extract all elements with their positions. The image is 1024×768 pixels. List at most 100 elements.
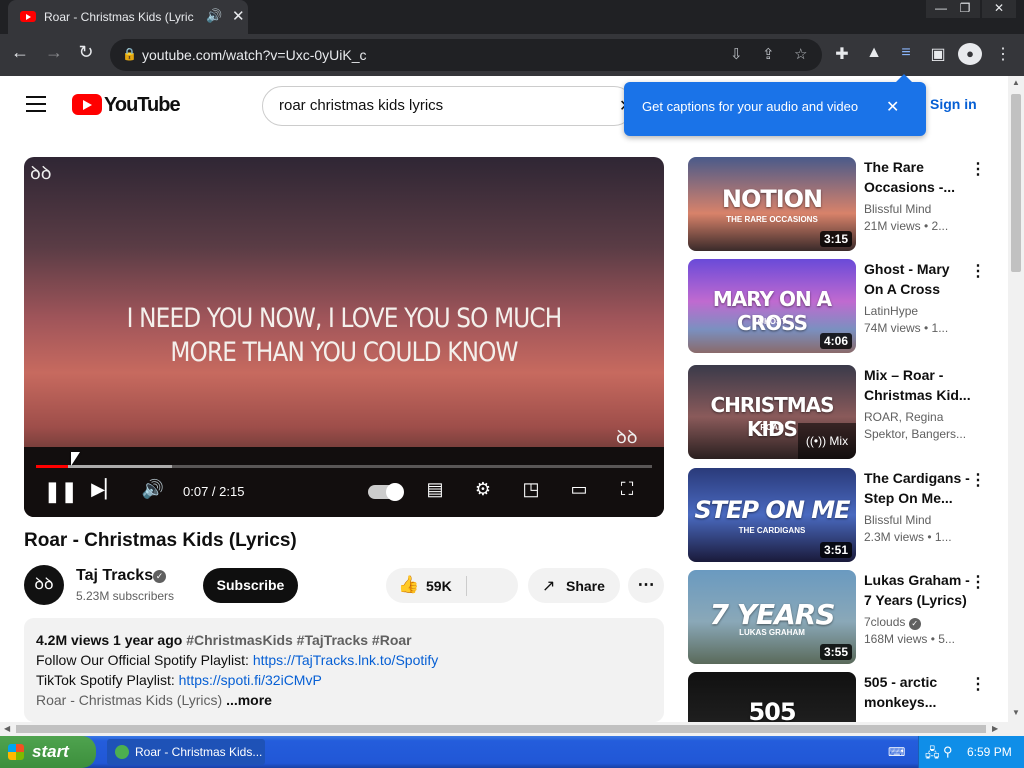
keyboard-icon[interactable]: ⌨ (888, 745, 905, 759)
show-more-button[interactable]: ...more (226, 692, 272, 708)
like-dislike-group: 👍 59K 👎 (386, 568, 518, 603)
install-app-icon[interactable]: ⇩ (730, 45, 743, 63)
view-stats: 4.2M views 1 year ago (36, 632, 183, 648)
tab-audio-icon[interactable]: 🔊 (206, 8, 222, 24)
recommendation-thumbnail[interactable]: NOTION THE RARE OCCASIONS 3:15 (688, 157, 856, 251)
more-actions-icon[interactable]: ⋯ (628, 568, 664, 603)
recommendation-title[interactable]: The Cardigans - Step On Me... (864, 468, 972, 508)
settings-gear-icon[interactable]: ⚙ (468, 479, 498, 500)
recommendation-menu-icon[interactable]: ⋮ (970, 674, 986, 694)
recommendation-title[interactable]: Mix – Roar - Christmas Kid... (864, 365, 972, 405)
side-panel-icon[interactable]: ▣ (927, 44, 949, 64)
recommendation-channel[interactable]: Blissful Mind (864, 512, 974, 529)
forward-icon[interactable]: → (42, 42, 66, 63)
recommendation-item[interactable]: 505 505 - arctic monkeys... ⋮ (688, 672, 988, 722)
browser-tab-bar: Roar - Christmas Kids (Lyrics) - 🔊 ✕ — ❐… (0, 0, 1024, 34)
tooltip-close-icon[interactable]: ✕ (886, 97, 899, 117)
recommendation-menu-icon[interactable]: ⋮ (970, 572, 986, 592)
subscribe-button[interactable]: Subscribe (203, 568, 298, 603)
recommendation-title[interactable]: The Rare Occasions -... (864, 157, 972, 197)
bookmark-star-icon[interactable]: ☆ (794, 45, 807, 63)
chrome-menu-icon[interactable]: ⋮ (992, 44, 1014, 64)
subtitles-icon[interactable]: ▤ (420, 479, 450, 500)
restore-window-icon[interactable]: ❐ (950, 0, 980, 18)
recommendation-item[interactable]: CHRISTMAS KIDS ROAR ((•)) Mix Mix – Roar… (688, 365, 988, 461)
scroll-right-icon[interactable]: ▶ (992, 724, 998, 733)
media-queue-icon[interactable]: ≡ (895, 44, 917, 62)
recommendation-item[interactable]: NOTION THE RARE OCCASIONS 3:15 The Rare … (688, 157, 988, 253)
video-player[interactable]: ꝺꝺ ꝺꝺ I NEED YOU NOW, I LOVE YOU SO MUCH… (24, 157, 664, 517)
reload-icon[interactable]: ↻ (74, 42, 98, 63)
search-input[interactable]: roar christmas kids lyrics ✕ (262, 86, 634, 126)
pause-icon[interactable]: ❚❚ (44, 479, 78, 504)
back-icon[interactable]: ← (8, 42, 32, 63)
recommendation-thumbnail[interactable]: CHRISTMAS KIDS ROAR ((•)) Mix (688, 365, 856, 459)
vertical-scrollbar[interactable]: ▲ ▼ (1008, 76, 1024, 722)
recommendation-channel[interactable]: Blissful Mind (864, 201, 974, 218)
recommendation-channel[interactable]: LatinHype (864, 303, 974, 320)
sign-in-button[interactable]: Sign in (930, 88, 988, 122)
recommendation-meta: 74M views • 1... (864, 321, 949, 335)
spotify-link[interactable]: https://TajTracks.lnk.to/Spotify (253, 652, 438, 668)
tiktok-link[interactable]: https://spoti.fi/32iCMvP (179, 672, 322, 688)
horizontal-scrollbar[interactable]: ◀ ▶ (0, 722, 1024, 736)
channel-avatar[interactable]: ꝺꝺ (24, 565, 64, 605)
recommendation-menu-icon[interactable]: ⋮ (970, 261, 986, 281)
recommendation-thumbnail[interactable]: MARY ON A CROSS GHOST 4:06 (688, 259, 856, 353)
labs-flask-icon[interactable]: ▲ (863, 44, 885, 62)
search-query[interactable]: roar christmas kids lyrics (279, 97, 443, 114)
horizontal-scroll-thumb[interactable] (16, 725, 986, 733)
volume-icon[interactable]: 🔊 (138, 479, 168, 500)
recommendation-thumbnail[interactable]: 7 YEARS LUKAS GRAHAM 3:55 (688, 570, 856, 664)
search-tray-icon[interactable]: ⚲ (943, 744, 953, 760)
recommendation-item[interactable]: STEP ON ME THE CARDIGANS 3:51 The Cardig… (688, 468, 988, 564)
profile-avatar-icon[interactable]: ● (958, 43, 982, 65)
extensions-icon[interactable]: ✚ (831, 44, 853, 64)
next-video-icon[interactable]: ▶▏ (90, 479, 120, 500)
youtube-logo-icon[interactable] (72, 94, 102, 115)
share-page-icon[interactable]: ⇪ (762, 45, 775, 63)
vertical-scroll-thumb[interactable] (1011, 94, 1021, 272)
thumbnail-text: 505 (748, 698, 796, 722)
channel-watermark-icon: ꝺꝺ (616, 427, 638, 448)
address-bar[interactable]: 🔒 youtube.com/watch?v=Uxc-0yUiK_c ⇩ ⇪ ☆ (110, 39, 822, 71)
scroll-up-icon[interactable]: ▲ (1012, 78, 1020, 87)
start-button[interactable]: start (0, 736, 96, 768)
recommendation-item[interactable]: MARY ON A CROSS GHOST 4:06 Ghost - Mary … (688, 259, 988, 355)
recommendation-title[interactable]: 505 - arctic monkeys... (864, 672, 972, 712)
scroll-left-icon[interactable]: ◀ (4, 724, 10, 733)
progress-bar[interactable] (36, 465, 652, 468)
recommendation-channel[interactable]: ROAR, Regina Spektor, Bangers... (864, 409, 974, 443)
taskbar-window-button[interactable]: Roar - Christmas Kids... (107, 739, 265, 765)
recommendation-menu-icon[interactable]: ⋮ (970, 159, 986, 179)
network-icon[interactable]: 🖧 (925, 744, 940, 766)
close-window-icon[interactable]: ✕ (982, 0, 1016, 18)
miniplayer-icon[interactable]: ◳ (516, 479, 546, 500)
share-button[interactable]: ↗ Share (528, 568, 620, 603)
browser-toolbar: ← → ↻ 🔒 youtube.com/watch?v=Uxc-0yUiK_c … (0, 34, 1024, 76)
desc-stats-line: 4.2M views 1 year ago #ChristmasKids #Ta… (36, 632, 412, 648)
theater-mode-icon[interactable]: ▭ (564, 479, 594, 500)
recommendation-thumbnail[interactable]: STEP ON ME THE CARDIGANS 3:51 (688, 468, 856, 562)
autoplay-toggle[interactable] (368, 483, 404, 501)
like-thumb-icon[interactable]: 👍 (398, 575, 419, 595)
video-description[interactable]: 4.2M views 1 year ago #ChristmasKids #Ta… (24, 618, 664, 722)
menu-hamburger-icon[interactable] (26, 96, 46, 112)
fullscreen-icon[interactable]: ⛶ (612, 479, 642, 500)
tab-close-icon[interactable]: ✕ (232, 7, 245, 25)
address-url[interactable]: youtube.com/watch?v=Uxc-0yUiK_c (142, 47, 367, 63)
recommendation-item[interactable]: 7 YEARS LUKAS GRAHAM 3:55 Lukas Graham -… (688, 570, 988, 666)
recommendation-title[interactable]: Ghost - Mary On A Cross (864, 259, 972, 299)
hashtags[interactable]: #ChristmasKids #TajTracks #Roar (186, 632, 411, 648)
recommendation-thumbnail[interactable]: 505 (688, 672, 856, 722)
recommendation-channel[interactable]: 7clouds ✓ (864, 614, 974, 631)
like-count[interactable]: 59K (426, 578, 452, 594)
browser-tab[interactable]: Roar - Christmas Kids (Lyrics) - 🔊 ✕ (8, 0, 248, 34)
recommendation-title[interactable]: Lukas Graham - 7 Years (Lyrics) (864, 570, 972, 610)
youtube-wordmark[interactable]: YouTube (104, 94, 181, 117)
thumbnail-subtext: THE CARDIGANS (738, 526, 806, 535)
scroll-down-icon[interactable]: ▼ (1012, 708, 1020, 717)
recommendation-menu-icon[interactable]: ⋮ (970, 470, 986, 490)
channel-name[interactable]: Taj Tracks (76, 567, 153, 585)
desc-title-text: Roar - Christmas Kids (Lyrics) (36, 692, 223, 708)
